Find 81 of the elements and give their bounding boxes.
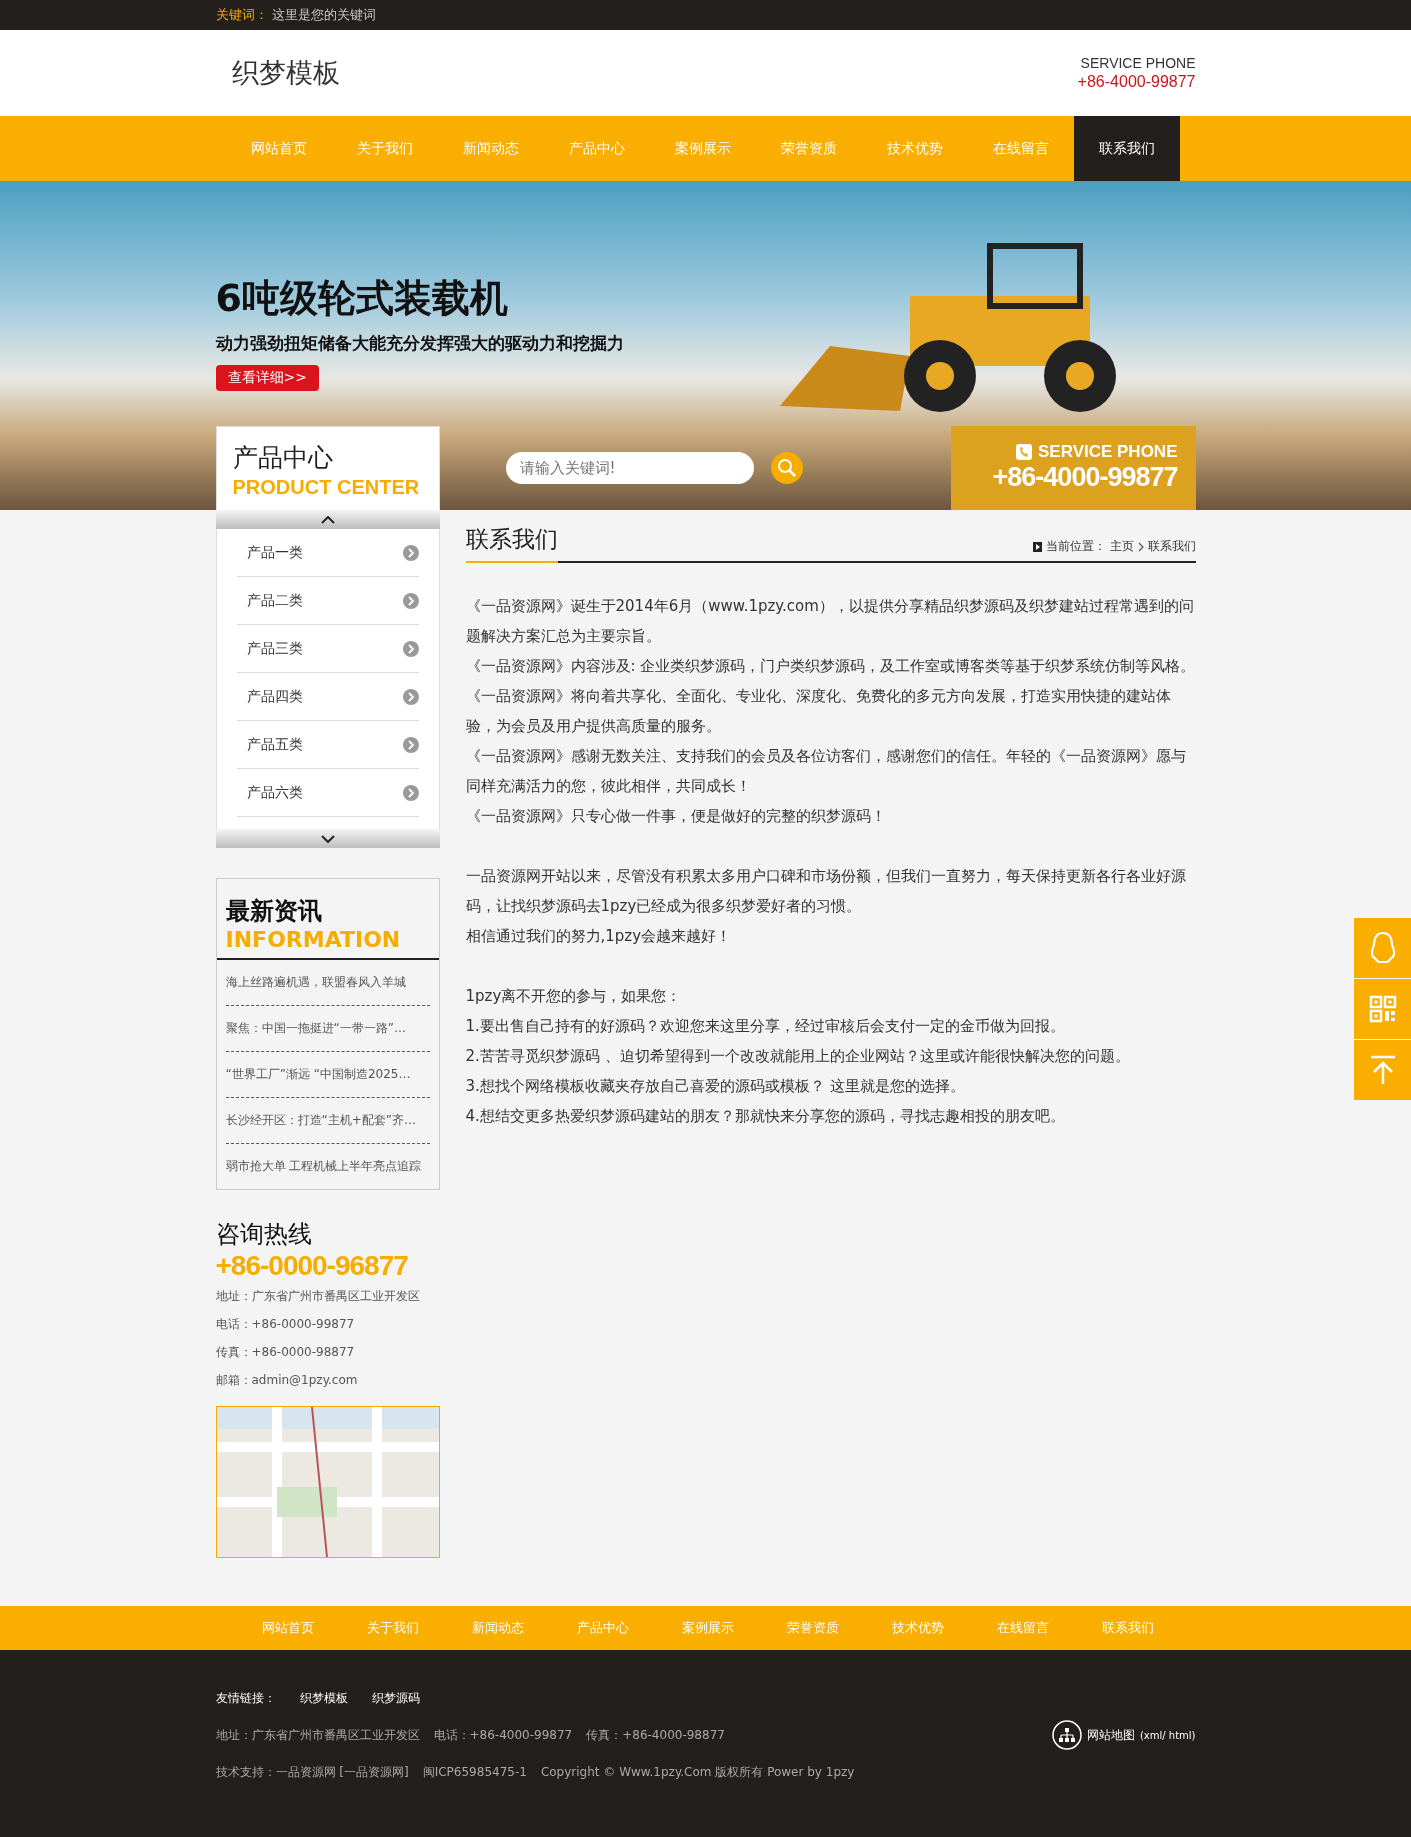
- section-subtitle: INFORMATION: [225, 927, 402, 952]
- body-paragraph: 1.要出售自己持有的好源码？欢迎您来这里分享，经过审核后会支付一定的金币做为回报。: [465, 1016, 1066, 1037]
- category-link[interactable]: 产品六类: [236, 769, 419, 817]
- page-title: 联系我们: [465, 524, 558, 563]
- body-paragraph: 1pzy离不开您的参与，如果您：: [465, 986, 683, 1007]
- play-icon: [1032, 541, 1042, 552]
- section-subtitle: PRODUCT CENTER: [232, 476, 421, 499]
- footer-info: 电话：+86-4000-99877: [433, 1726, 573, 1744]
- body-paragraph: 《一品资源网》感谢无数关注、支持我们的会员及各位访客们，感谢您们的信任。年轻的《一品资源网》愿与同样充满活力的您，彼此相伴，共同成长！: [465, 746, 1187, 797]
- qr-code-icon: [1368, 995, 1397, 1023]
- body-paragraph: 3.想找个网络模板收藏夹存放自己喜爱的源码或模板？ 这里就是您的选择。: [465, 1076, 966, 1097]
- keywords-label: 关键词：: [215, 6, 268, 24]
- chevron-circle-icon: [402, 784, 419, 801]
- chevron-circle-icon: [402, 640, 419, 657]
- chevron-circle-icon: [402, 736, 419, 753]
- footer-info: 地址：广东省广州市番禺区工业开发区: [215, 1726, 420, 1744]
- friend-link[interactable]: 织梦源码: [371, 1689, 420, 1707]
- search-icon: [776, 458, 797, 478]
- qr-code-button[interactable]: [1354, 979, 1411, 1039]
- keywords-text: 这里是您的关键词: [271, 6, 376, 24]
- site-logo[interactable]: 织梦模板: [231, 55, 340, 91]
- body-paragraph: 一品资源网开站以来，尽管没有积累太多用户口碑和市场份额，但我们一直努力，每天保持更新各行各业好源码，让找织梦源码去1pzy已经成为很多织梦爱好者的习惯。: [465, 866, 1187, 917]
- footer-info: 技术支持：一品资源网 [一品资源网]: [215, 1763, 409, 1781]
- category-link[interactable]: 产品一类: [236, 529, 419, 577]
- body-paragraph: 《一品资源网》将向着共享化、全面化、专业化、深度化、免费化的多元方向发展，打造实用快捷的建站体验，为会员及用户提供高质量的服务。: [465, 686, 1172, 737]
- service-phone: +86-4000-99877: [1077, 73, 1196, 91]
- hotline-title: 咨询热线: [215, 1219, 313, 1250]
- section-title: 最新资讯: [225, 896, 323, 927]
- sitemap-link[interactable]: 网站地图: [1086, 1726, 1135, 1744]
- service-label: SERVICE PHONE: [1079, 55, 1196, 71]
- details-button[interactable]: 查看详细>>: [215, 365, 319, 391]
- breadcrumb-label: 当前位置：: [1045, 538, 1106, 555]
- category-link[interactable]: 产品五类: [236, 721, 419, 769]
- chevron-circle-icon: [402, 592, 419, 609]
- chevron-circle-icon: [402, 688, 419, 705]
- sitemap-icon: [1051, 1720, 1082, 1750]
- contact-info: 地址：广东省广州市番禺区工业开发区: [215, 1288, 421, 1305]
- section-title: 产品中心: [232, 442, 334, 474]
- scroll-down-button[interactable]: [215, 829, 440, 848]
- banner-title: 6吨级轮式装载机: [215, 275, 509, 322]
- news-link[interactable]: 聚焦：中国一拖挺进“一带一路”…: [225, 1006, 430, 1052]
- scroll-up-button[interactable]: [215, 510, 440, 529]
- chevron-up-icon: [320, 515, 335, 524]
- sitemap-formats-link[interactable]: (xml/ html): [1139, 1729, 1196, 1741]
- news-link[interactable]: “世界工厂”渐远 “中国制造2025…: [225, 1052, 430, 1098]
- contact-info: 电话：+86-0000-99877: [215, 1316, 356, 1333]
- footer-info: 闽ICP65985475-1: [422, 1763, 527, 1781]
- category-link[interactable]: 产品三类: [236, 625, 419, 673]
- category-link[interactable]: 产品四类: [236, 673, 419, 721]
- footer-info: 传真：+86-4000-98877: [586, 1726, 725, 1744]
- contact-info: 传真：+86-0000-98877: [215, 1344, 356, 1361]
- service-phone: +86-4000-99877: [991, 462, 1178, 493]
- back-to-top-button[interactable]: [1354, 1040, 1411, 1100]
- chevron-right-icon: [1137, 541, 1144, 552]
- breadcrumb-current: 联系我们: [1147, 538, 1196, 555]
- body-paragraph: 《一品资源网》诞生于2014年6月（www.1pzy.com），以提供分享精品织梦源码及织梦建站过程常遇到的问题解决方案汇总为主要宗旨。: [465, 596, 1195, 647]
- news-link[interactable]: 长沙经开区：打造“主机+配套”齐…: [225, 1098, 430, 1144]
- news-link[interactable]: 弱市抢大单 工程机械上半年亮点追踪: [225, 1144, 430, 1189]
- service-label: SERVICE PHONE: [1038, 442, 1178, 462]
- nav-item[interactable]: 联系我们: [1073, 116, 1180, 181]
- chat-button[interactable]: [1354, 918, 1411, 978]
- body-paragraph: 4.想结交更多热爱织梦源码建站的朋友？那就快来分享您的源码，寻找志趣相投的朋友吧。: [465, 1106, 1066, 1127]
- body-paragraph: 《一品资源网》内容涉及: 企业类织梦源码，门户类织梦源码，及工作室或博客类等基于织梦系统仿制等风格。: [465, 656, 1196, 677]
- breadcrumb-link[interactable]: 主页: [1109, 538, 1134, 555]
- body-paragraph: 相信通过我们的努力,1pzy会越来越好！: [465, 926, 733, 947]
- chevron-circle-icon: [402, 544, 419, 561]
- banner-subtitle: 动力强劲扭矩储备大能充分发挥强大的驱动力和挖掘力: [215, 332, 625, 355]
- search-field[interactable]: 请输入关键词!: [505, 452, 754, 484]
- friend-link[interactable]: 织梦模板: [299, 1689, 348, 1707]
- phone-icon: [1016, 444, 1032, 460]
- hotline-phone: +86-0000-96877: [215, 1250, 409, 1282]
- body-paragraph: 2.苦苦寻觅织梦源码 、迫切希望得到一个改改就能用上的企业网站？这里或许能很快解决您的问题。: [465, 1046, 1131, 1067]
- body-paragraph: 《一品资源网》只专心做一件事，便是做好的完整的织梦源码！: [465, 806, 887, 827]
- chevron-down-icon: [320, 834, 335, 843]
- category-link[interactable]: 产品二类: [236, 577, 419, 625]
- news-link[interactable]: 海上丝路遍机遇，联盟春风入羊城: [225, 960, 430, 1006]
- links-label: 友情链接：: [215, 1689, 276, 1707]
- arrow-up-icon: [1368, 1055, 1397, 1085]
- penguin-icon: [1368, 931, 1397, 965]
- footer-info: Copyright © Www.1pzy.Com 版权所有 Power by 1pzy: [540, 1763, 855, 1781]
- contact-info: 邮箱：admin@1pzy.com: [215, 1372, 359, 1389]
